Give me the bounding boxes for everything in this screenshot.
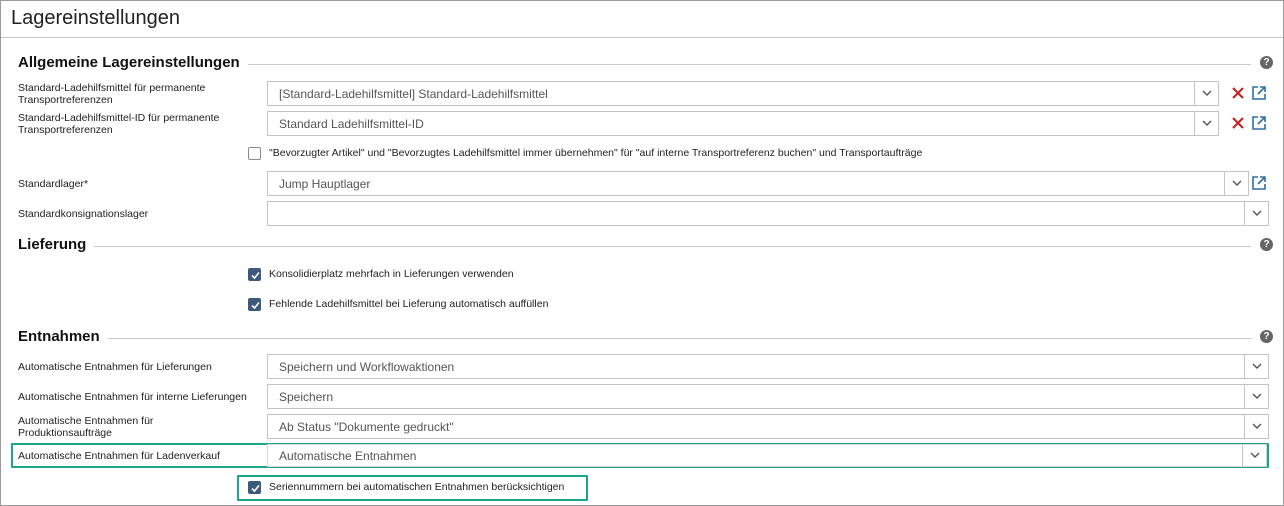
settings-window: Lagereinstellungen Allgemeine Lagereinst… [0, 0, 1284, 506]
select-value: Automatische Entnahmen [279, 449, 417, 463]
section-title-delivery: Lieferung [18, 236, 95, 253]
clear-icon[interactable] [1230, 115, 1246, 131]
checkbox-label: Fehlende Ladehilfsmittel bei Lieferung a… [269, 298, 549, 310]
dropdown-button[interactable] [1244, 385, 1268, 408]
select-withdrawals-deliveries[interactable]: Speichern und Workflowaktionen [267, 354, 1269, 379]
section-header-withdrawals: Entnahmen ? [18, 328, 1273, 350]
checkbox-prefer[interactable] [248, 147, 261, 160]
label-default-lhm-id: Standard-Ladehilfsmittel-ID für permanen… [18, 112, 220, 136]
title-bar: Lagereinstellungen [1, 1, 1283, 38]
clear-icon[interactable] [1230, 85, 1246, 101]
dropdown-button[interactable] [1244, 355, 1268, 378]
label-withdrawals-internal: Automatische Entnahmen für interne Liefe… [18, 391, 247, 403]
chevron-down-icon [1250, 452, 1260, 458]
checkbox-consolidation[interactable] [248, 268, 261, 281]
select-default-lhm[interactable]: [Standard-Ladehilfsmittel] Standard-Lade… [267, 81, 1219, 106]
select-default-warehouse[interactable]: Jump Hauptlager [267, 171, 1249, 196]
checkbox-label: Konsolidierplatz mehrfach in Lieferungen… [269, 268, 514, 280]
open-link-icon[interactable] [1251, 175, 1267, 191]
chevron-down-icon [1252, 363, 1262, 369]
section-header-delivery: Lieferung ? [18, 236, 1273, 258]
label-default-consignment: Standardkonsignationslager [18, 208, 149, 220]
checkmark-icon [251, 271, 260, 280]
section-title-withdrawals: Entnahmen [18, 328, 108, 345]
label-withdrawals-store-sale: Automatische Entnahmen für Ladenverkauf [18, 450, 220, 462]
label-withdrawals-deliveries: Automatische Entnahmen für Lieferungen [18, 361, 212, 373]
dropdown-button[interactable] [1244, 202, 1268, 225]
select-default-consignment[interactable] [267, 201, 1269, 226]
section-header-general: Allgemeine Lagereinstellungen ? [18, 54, 1273, 76]
chevron-down-icon [1202, 90, 1212, 96]
select-value: Standard Ladehilfsmittel-ID [279, 117, 424, 131]
open-link-icon[interactable] [1251, 115, 1267, 131]
checkmark-icon [251, 484, 260, 493]
dropdown-button[interactable] [1194, 112, 1218, 135]
label-default-lhm: Standard-Ladehilfsmittel für permanente … [18, 82, 206, 106]
checkbox-serials[interactable] [248, 481, 261, 494]
checkbox-label: Seriennummern bei automatischen Entnahme… [269, 481, 565, 493]
select-value: Jump Hauptlager [279, 177, 371, 191]
section-title-general: Allgemeine Lagereinstellungen [18, 54, 248, 71]
window-title: Lagereinstellungen [11, 7, 181, 29]
section-divider [18, 338, 1251, 339]
dropdown-button[interactable] [1194, 82, 1218, 105]
section-divider [18, 246, 1251, 247]
chevron-down-icon [1232, 180, 1242, 186]
select-value: Ab Status "Dokumente gedruckt" [279, 420, 454, 434]
chevron-down-icon [1252, 393, 1262, 399]
select-default-lhm-id[interactable]: Standard Ladehilfsmittel-ID [267, 111, 1219, 136]
checkmark-icon [251, 301, 260, 310]
select-withdrawals-production[interactable]: Ab Status "Dokumente gedruckt" [267, 414, 1269, 439]
label-withdrawals-production: Automatische Entnahmen für Produktionsau… [18, 415, 154, 439]
open-link-icon[interactable] [1251, 85, 1267, 101]
select-value: Speichern [279, 390, 334, 404]
chevron-down-icon [1252, 423, 1262, 429]
chevron-down-icon [1202, 120, 1212, 126]
checkbox-label: "Bevorzugter Artikel" und "Bevorzugtes L… [269, 147, 923, 159]
select-value: [Standard-Ladehilfsmittel] Standard-Lade… [279, 87, 548, 101]
checkbox-fill-lhm[interactable] [248, 298, 261, 311]
label-default-warehouse: Standardlager* [18, 178, 89, 190]
help-icon[interactable]: ? [1260, 330, 1273, 343]
dropdown-button[interactable] [1244, 415, 1268, 438]
select-withdrawals-store-sale[interactable]: Automatische Entnahmen [267, 444, 1267, 467]
select-value: Speichern und Workflowaktionen [279, 360, 455, 374]
dropdown-button[interactable] [1242, 445, 1266, 466]
chevron-down-icon [1252, 210, 1262, 216]
help-icon[interactable]: ? [1260, 56, 1273, 69]
help-icon[interactable]: ? [1260, 238, 1273, 251]
select-withdrawals-internal[interactable]: Speichern [267, 384, 1269, 409]
dropdown-button[interactable] [1224, 172, 1248, 195]
